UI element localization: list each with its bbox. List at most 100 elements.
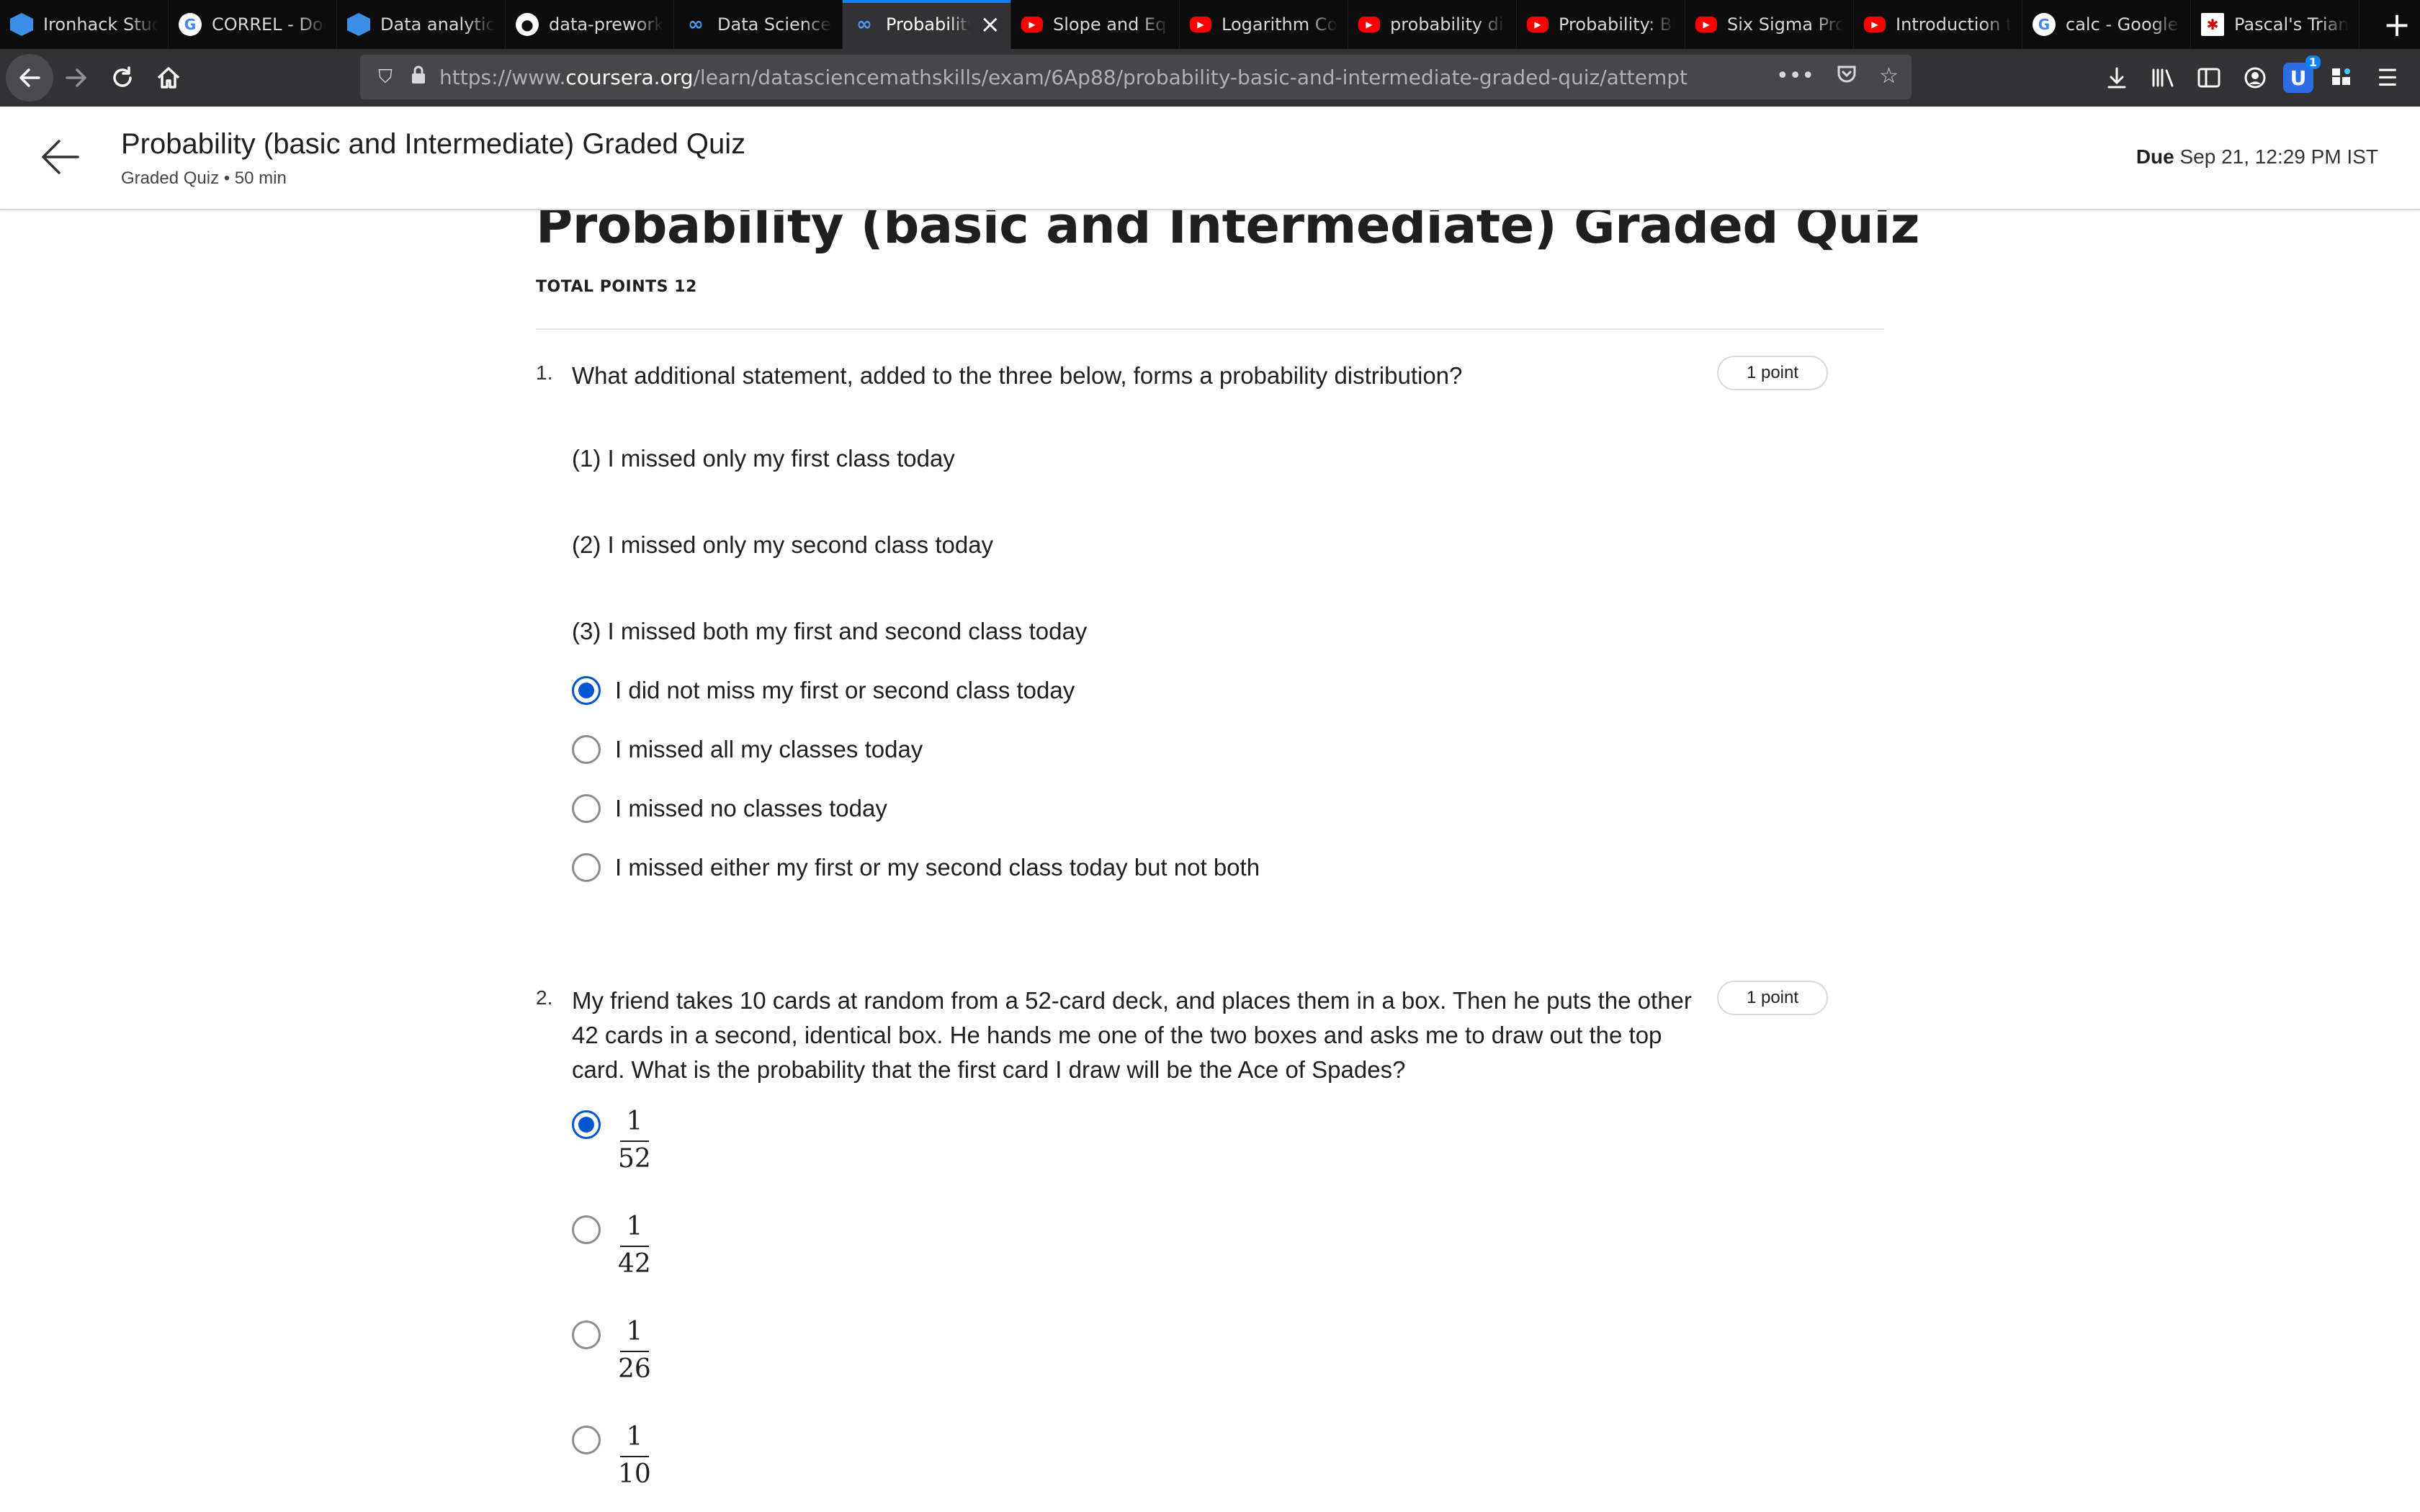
q2-option-1[interactable]: 1 52 xyxy=(572,1107,651,1174)
extensions-icon[interactable] xyxy=(2323,60,2360,96)
radio-button[interactable] xyxy=(572,1215,601,1244)
tab-label: Data analytics xyxy=(380,14,495,35)
pocket-icon[interactable] xyxy=(1836,63,1857,91)
extension-u-icon[interactable]: U1 xyxy=(2283,55,2321,93)
tab-slope-and-equation[interactable]: ▶ Slope and Equ xyxy=(1011,0,1180,49)
fraction-bar xyxy=(619,1456,649,1457)
reload-button[interactable] xyxy=(99,55,145,101)
question-number: 1. xyxy=(536,361,553,384)
tab-data-science[interactable]: ∞ Data Science xyxy=(674,0,843,49)
header-back-button[interactable] xyxy=(37,134,84,180)
sidebar-icon[interactable] xyxy=(2191,60,2227,96)
statement-2: (2) I missed only my second class today xyxy=(572,531,994,558)
github-icon: ● xyxy=(516,13,539,36)
pascal-icon: ✱ xyxy=(2201,13,2224,36)
forward-arrow-icon xyxy=(66,68,86,87)
due-date: Due Sep 21, 12:29 PM IST xyxy=(2136,145,2378,168)
google-icon: G xyxy=(2033,13,2056,36)
reload-icon xyxy=(113,66,132,87)
fraction-numerator: 1 xyxy=(626,1212,643,1241)
tab-six-sigma[interactable]: ▶ Six Sigma Pro xyxy=(1685,0,1854,49)
back-button[interactable] xyxy=(6,54,53,102)
q1-option-2[interactable]: I missed all my classes today xyxy=(572,735,923,764)
youtube-icon: ▶ xyxy=(1190,17,1211,32)
youtube-icon: ▶ xyxy=(1864,17,1886,32)
tab-data-analytics[interactable]: Data analytics xyxy=(337,0,506,49)
tab-label: Logarithm Cor xyxy=(1222,14,1337,35)
tab-data-prework[interactable]: ● data-prework/ xyxy=(506,0,674,49)
tab-introduction[interactable]: ▶ Introduction to xyxy=(1854,0,2022,49)
tab-probability-bl[interactable]: ▶ Probability: Bl xyxy=(1517,0,1685,49)
total-points: TOTAL POINTS 12 xyxy=(536,278,697,296)
tab-calc-google[interactable]: G calc - Google xyxy=(2022,0,2191,49)
shield-icon[interactable]: ⛉ xyxy=(373,66,398,89)
menu-icon[interactable]: ☰ xyxy=(2370,60,2406,96)
fraction-numerator: 1 xyxy=(626,1422,643,1452)
url-path: /learn/datasciencemathskills/exam/6Ap88/… xyxy=(693,65,1688,89)
radio-button[interactable] xyxy=(572,1426,601,1454)
tab-label: probability dis xyxy=(1390,14,1506,35)
tab-logarithm[interactable]: ▶ Logarithm Cor xyxy=(1180,0,1348,49)
url-prefix: https://www. xyxy=(439,65,566,89)
download-icon[interactable] xyxy=(2099,60,2135,96)
radio-button[interactable] xyxy=(572,676,601,705)
tab-probability-active[interactable]: ∞ Probability × xyxy=(843,0,1011,49)
radio-button[interactable] xyxy=(572,1320,601,1349)
home-button[interactable] xyxy=(145,55,192,101)
browser-toolbar: U1 ☰ xyxy=(2099,55,2420,101)
youtube-icon: ▶ xyxy=(1695,17,1717,32)
library-icon[interactable] xyxy=(2145,60,2181,96)
fraction-answer: 1 26 xyxy=(618,1318,651,1384)
tab-pascals-triangle[interactable]: ✱ Pascal's Trian xyxy=(2191,0,2360,49)
fraction-denominator: 10 xyxy=(618,1459,651,1489)
q2-option-2[interactable]: 1 42 xyxy=(572,1212,651,1279)
account-icon[interactable] xyxy=(2237,60,2273,96)
url-bar[interactable]: ⛉ https://www.coursera.org/learn/datasci… xyxy=(360,55,1912,99)
tab-label: Probability: Bl xyxy=(1559,14,1675,35)
tab-ironhack-student[interactable]: Ironhack Stud xyxy=(0,0,169,49)
tab-label: data-prework/ xyxy=(549,14,663,35)
option-label: I missed no classes today xyxy=(615,795,887,822)
radio-button[interactable] xyxy=(572,853,601,882)
lock-icon[interactable] xyxy=(406,66,431,89)
points-badge: 1 point xyxy=(1717,981,1828,1015)
browser-tab-bar: Ironhack Stud G CORREL - Doc Data analyt… xyxy=(0,0,2420,49)
due-value: Sep 21, 12:29 PM IST xyxy=(2179,145,2379,168)
tab-label: Six Sigma Pro xyxy=(1727,14,1843,35)
radio-button[interactable] xyxy=(572,735,601,764)
quiz-header: Probability (basic and Intermediate) Gra… xyxy=(0,107,2420,210)
fraction-answer: 1 42 xyxy=(618,1212,651,1279)
tab-label: Slope and Equ xyxy=(1053,14,1169,35)
tab-label: CORREL - Doc xyxy=(212,14,326,35)
forward-button[interactable] xyxy=(53,55,99,101)
radio-button[interactable] xyxy=(572,1110,601,1139)
statement-3: (3) I missed both my first and second cl… xyxy=(572,618,1088,644)
fraction-denominator: 52 xyxy=(618,1144,651,1174)
fraction-bar xyxy=(619,1140,649,1142)
new-tab-button[interactable]: + xyxy=(2374,0,2420,49)
q1-option-3[interactable]: I missed no classes today xyxy=(572,794,887,823)
radio-button[interactable] xyxy=(572,794,601,823)
q1-option-1[interactable]: I did not miss my first or second class … xyxy=(572,676,1075,705)
divider xyxy=(536,328,1884,330)
header-subtitle: Graded Quiz • 50 min xyxy=(121,168,287,188)
youtube-icon: ▶ xyxy=(1358,17,1380,32)
q1-option-4[interactable]: I missed either my first or my second cl… xyxy=(572,853,1260,882)
tab-correl-doc[interactable]: G CORREL - Doc xyxy=(169,0,337,49)
fraction-answer: 1 10 xyxy=(618,1423,651,1489)
statement-1: (1) I missed only my first class today xyxy=(572,445,955,472)
extension-badge: 1 xyxy=(2305,55,2321,69)
close-tab-icon[interactable]: × xyxy=(980,12,1001,37)
q2-option-3[interactable]: 1 26 xyxy=(572,1318,651,1384)
page-actions-icon[interactable]: ••• xyxy=(1776,63,1814,91)
ironhack-icon xyxy=(10,13,33,36)
tab-probability-distribution[interactable]: ▶ probability dis xyxy=(1348,0,1517,49)
bookmark-star-icon[interactable]: ☆ xyxy=(1879,63,1899,91)
ironhack-icon xyxy=(347,13,370,36)
tab-label: calc - Google xyxy=(2066,14,2179,35)
url-text[interactable]: https://www.coursera.org/learn/datascien… xyxy=(439,66,1776,89)
q2-option-4[interactable]: 1 10 xyxy=(572,1423,651,1489)
tab-label: Pascal's Trian xyxy=(2234,14,2349,35)
question-number: 2. xyxy=(536,986,553,1009)
coursera-icon: ∞ xyxy=(688,14,704,35)
